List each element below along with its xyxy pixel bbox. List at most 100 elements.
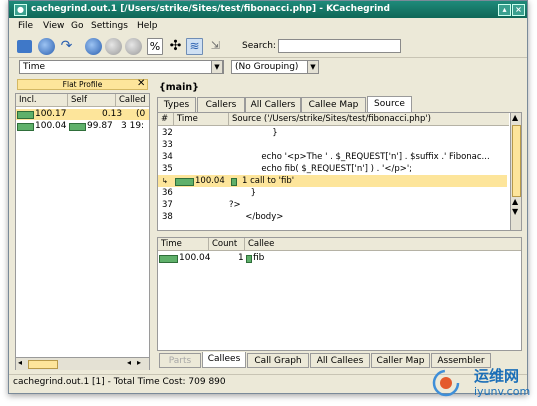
callee-name: fib [253, 253, 265, 263]
flat-profile-row[interactable]: 100.04 99.87 3 19: [16, 121, 149, 132]
scroll-up-icon[interactable]: ▲ [512, 113, 518, 122]
line-code: } [229, 188, 257, 198]
column-callee[interactable]: Callee [245, 238, 521, 250]
scroll-left-icon[interactable]: ◂ [127, 358, 131, 367]
back-icon[interactable] [85, 38, 102, 55]
call-text: 1 call to 'fib' [242, 176, 295, 186]
scroll-right-icon[interactable]: ▸ [137, 358, 141, 367]
close-icon[interactable]: × [512, 4, 525, 16]
tab-types[interactable]: Types [157, 97, 196, 112]
incl-cost-bar [17, 123, 34, 131]
horizontal-scrollbar[interactable]: ◂ ◂ ▸ [16, 357, 149, 370]
tab-source[interactable]: Source [367, 96, 412, 112]
source-line[interactable]: 36 } [158, 187, 507, 199]
open-folder-icon[interactable] [17, 40, 32, 53]
line-number: 36 [162, 188, 173, 198]
tab-callers[interactable]: Callers [197, 97, 245, 112]
current-function-label: {main} [159, 82, 199, 93]
window-menu-icon[interactable]: ● [14, 4, 27, 16]
reload-icon[interactable] [38, 38, 55, 55]
self-value: 0.13 [102, 109, 123, 119]
move-cross-icon[interactable]: ✣ [167, 38, 184, 55]
incl-value: 100.04 [35, 121, 67, 131]
toolbar: ↷ % ✣ ≋ ⇲ Search: [9, 36, 527, 58]
call-cost-bar [231, 178, 237, 186]
flat-profile-header: Incl. Self Called [16, 94, 149, 107]
scroll-down-icon[interactable]: ▼ [512, 207, 518, 216]
incl-value: 100.17 [35, 109, 67, 119]
source-header: # Time Source ('/Users/strike/Sites/test… [158, 113, 509, 126]
scroll-left-icon[interactable]: ◂ [18, 358, 22, 367]
line-number: 38 [162, 212, 173, 222]
menu-go[interactable]: Go [71, 21, 83, 31]
cycle-icon[interactable]: ≋ [186, 38, 203, 55]
tab-parts: Parts [159, 353, 201, 368]
search-input[interactable] [278, 39, 401, 53]
percent-icon[interactable]: % [147, 38, 163, 55]
source-line[interactable]: 35 echo fib( $_REQUEST['n'] ) . '</p>'; [158, 163, 507, 175]
column-time[interactable]: Time [158, 238, 209, 250]
minimize-icon[interactable]: ▴ [498, 4, 511, 16]
self-cost-bar [69, 123, 86, 131]
watermark-cn-text: 运维网 [474, 367, 520, 385]
incl-cost-bar [17, 111, 34, 119]
source-line[interactable]: 32 } [158, 127, 507, 139]
menu-view[interactable]: View [43, 21, 64, 31]
scroll-thumb[interactable] [28, 360, 58, 369]
menu-help[interactable]: Help [137, 21, 158, 31]
call-line-highlight[interactable]: ↳ 100.04 1 call to 'fib' [158, 175, 507, 187]
status-text: cachegrind.out.1 [1] - Total Time Cost: … [13, 377, 226, 387]
callee-row[interactable]: 100.04 1 fib [158, 253, 521, 264]
expand-icon[interactable]: ⇲ [207, 38, 224, 55]
tab-all-callees[interactable]: All Callees [310, 353, 370, 368]
flat-profile-row[interactable]: 100.17 0.13 (0 [16, 109, 149, 120]
scroll-up-icon[interactable]: ▲ [512, 197, 518, 206]
chevron-down-icon[interactable]: ▼ [211, 60, 223, 74]
callee-cost-bar [246, 255, 252, 263]
callees-header: Time Count Callee [158, 238, 521, 251]
menu-file[interactable]: File [18, 21, 33, 31]
source-line[interactable]: 34 echo '<p>The ' . $_REQUEST['n'] . $su… [158, 151, 507, 163]
chevron-down-icon[interactable]: ▼ [307, 60, 319, 74]
tab-all-callers[interactable]: All Callers [245, 97, 301, 112]
column-source[interactable]: Source ('/Users/strike/Sites/test/fibona… [229, 113, 509, 125]
column-incl[interactable]: Incl. [16, 94, 68, 106]
grouping-select[interactable]: (No Grouping) [231, 60, 311, 74]
line-code: </body> [229, 212, 284, 222]
line-code: } [229, 128, 278, 138]
event-type-select[interactable]: Time [19, 60, 224, 74]
self-value: 99.87 [87, 121, 113, 131]
up-icon[interactable] [125, 38, 142, 55]
tab-call-graph[interactable]: Call Graph [247, 353, 309, 368]
source-line[interactable]: 37 ?> [158, 199, 507, 211]
redo-arrow-icon[interactable]: ↷ [58, 38, 75, 55]
kcachegrind-window: ● cachegrind.out.1 [/Users/strike/Sites/… [8, 0, 528, 394]
scroll-thumb[interactable] [512, 125, 521, 197]
source-line[interactable]: 33 [158, 139, 507, 151]
column-called[interactable]: Called [116, 94, 149, 106]
called-value: 3 19: [121, 121, 145, 131]
column-line-number[interactable]: # [158, 113, 174, 125]
callee-time-value: 100.04 [179, 253, 211, 263]
window-title: cachegrind.out.1 [/Users/strike/Sites/te… [31, 4, 391, 14]
callee-count-value: 1 [238, 253, 244, 263]
title-bar: ● cachegrind.out.1 [/Users/strike/Sites/… [9, 1, 527, 18]
column-time[interactable]: Time [174, 113, 229, 125]
call-arrow-icon: ↳ [162, 177, 168, 185]
tab-caller-map[interactable]: Caller Map [371, 353, 430, 368]
vertical-scrollbar[interactable]: ▲ ▲ ▼ [510, 113, 521, 230]
line-number: 32 [162, 128, 173, 138]
close-icon[interactable]: ✕ [137, 78, 145, 89]
column-count[interactable]: Count [209, 238, 245, 250]
tab-callees[interactable]: Callees [202, 352, 246, 368]
line-code: echo '<p>The ' . $_REQUEST['n'] . $suffi… [229, 152, 490, 162]
call-time-value: 100.04 [195, 176, 225, 186]
menu-settings[interactable]: Settings [91, 21, 128, 31]
forward-icon[interactable] [105, 38, 122, 55]
called-value: (0 [136, 109, 146, 119]
time-cost-bar [175, 178, 194, 186]
tab-callee-map[interactable]: Callee Map [301, 97, 366, 112]
source-line[interactable]: 38 </body> [158, 211, 507, 223]
line-number: 34 [162, 152, 173, 162]
column-self[interactable]: Self [68, 94, 116, 106]
